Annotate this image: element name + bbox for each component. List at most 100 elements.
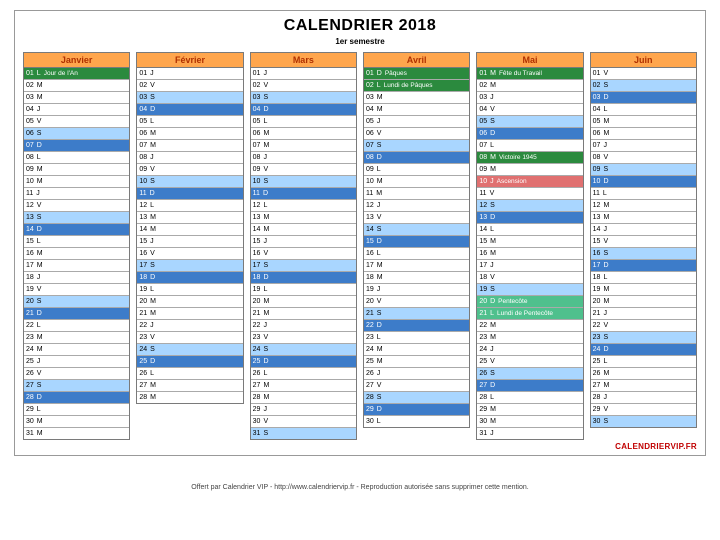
day-letter: V — [603, 320, 608, 331]
day-number: 28 — [366, 392, 374, 403]
day-letter: V — [263, 80, 268, 91]
day-row: 10M — [364, 176, 469, 188]
day-row: 20M — [251, 296, 356, 308]
day-number: 05 — [139, 116, 147, 127]
day-row: 23V — [251, 332, 356, 344]
day-letter: S — [377, 224, 382, 235]
day-letter: M — [377, 92, 383, 103]
day-letter: S — [377, 140, 382, 151]
day-number: 30 — [593, 416, 601, 427]
day-row: 25J — [24, 356, 129, 368]
day-row: 14L — [477, 224, 582, 236]
day-letter: M — [603, 212, 609, 223]
day-letter: M — [263, 224, 269, 235]
day-row: 30S — [591, 416, 696, 427]
day-row: 15D — [364, 236, 469, 248]
day-number: 17 — [593, 260, 601, 271]
day-letter: J — [150, 152, 154, 163]
page-subtitle: 1er semestre — [23, 37, 697, 46]
day-number: 28 — [253, 392, 261, 403]
day-letter: J — [150, 320, 154, 331]
day-letter: J — [490, 260, 494, 271]
day-number: 10 — [366, 176, 374, 187]
day-letter: S — [263, 344, 268, 355]
day-letter: L — [37, 320, 41, 331]
day-row: 15M — [477, 236, 582, 248]
day-row: 19M — [591, 284, 696, 296]
day-row: 04D — [251, 104, 356, 116]
day-row: 13D — [477, 212, 582, 224]
day-number: 14 — [366, 224, 374, 235]
day-letter: S — [150, 176, 155, 187]
day-letter: D — [150, 104, 155, 115]
day-letter: M — [37, 260, 43, 271]
day-row: 08D — [364, 152, 469, 164]
day-row: 07S — [364, 140, 469, 152]
day-number: 23 — [139, 332, 147, 343]
day-row: 26J — [364, 368, 469, 380]
day-number: 04 — [593, 104, 601, 115]
month-header: Juin — [591, 53, 696, 68]
day-letter: S — [603, 248, 608, 259]
day-letter: D — [377, 320, 382, 331]
day-number: 31 — [253, 428, 261, 439]
day-label: Lundi de Pentecôte — [497, 308, 553, 319]
day-letter: J — [263, 68, 267, 79]
day-row: 05M — [591, 116, 696, 128]
day-number: 27 — [139, 380, 147, 391]
day-number: 27 — [26, 380, 34, 391]
day-row: 21S — [364, 308, 469, 320]
day-number: 13 — [479, 212, 487, 223]
day-letter: M — [603, 200, 609, 211]
day-number: 01 — [139, 68, 147, 79]
month-column: Mars01J02V03S04D05L06M07M08J09V10S11D12L… — [250, 52, 357, 440]
day-row: 18D — [137, 272, 242, 284]
day-letter: J — [263, 320, 267, 331]
day-number: 09 — [253, 164, 261, 175]
day-letter: S — [37, 380, 42, 391]
day-letter: M — [603, 116, 609, 127]
day-row: 11V — [477, 188, 582, 200]
day-letter: D — [263, 188, 268, 199]
day-row: 27M — [591, 380, 696, 392]
day-letter: V — [603, 236, 608, 247]
day-row: 30M — [24, 416, 129, 428]
day-number: 12 — [366, 200, 374, 211]
day-number: 11 — [366, 188, 373, 199]
day-letter: L — [150, 200, 154, 211]
day-row: 29M — [477, 404, 582, 416]
day-row: 18L — [591, 272, 696, 284]
day-letter: J — [377, 116, 381, 127]
day-number: 10 — [479, 176, 487, 187]
day-row: 22J — [251, 320, 356, 332]
month-column: Juin01V02S03D04L05M06M07J08V09S10D11L12M… — [590, 52, 697, 428]
day-letter: S — [490, 116, 495, 127]
day-label: Ascension — [497, 176, 527, 187]
day-letter: S — [263, 260, 268, 271]
day-number: 26 — [253, 368, 261, 379]
day-row: 19L — [251, 284, 356, 296]
day-row: 27M — [251, 380, 356, 392]
day-row: 04D — [137, 104, 242, 116]
day-letter: L — [263, 284, 267, 295]
day-row: 12V — [24, 200, 129, 212]
day-letter: D — [150, 188, 155, 199]
day-number: 13 — [253, 212, 261, 223]
day-letter: M — [377, 260, 383, 271]
day-number: 12 — [593, 200, 601, 211]
day-number: 02 — [479, 80, 487, 91]
month-column: Mai01MFête du Travail02M03J04V05S06D07L0… — [476, 52, 583, 440]
day-row: 25D — [137, 356, 242, 368]
day-number: 07 — [139, 140, 147, 151]
day-row: 26L — [137, 368, 242, 380]
day-number: 11 — [479, 188, 486, 199]
day-letter: D — [603, 344, 608, 355]
day-row: 09M — [477, 164, 582, 176]
day-number: 25 — [253, 356, 261, 367]
day-letter: M — [377, 344, 383, 355]
day-row: 23L — [364, 332, 469, 344]
calendar-page: CALENDRIER 2018 1er semestre Janvier01LJ… — [14, 10, 706, 456]
month-header: Mars — [251, 53, 356, 68]
day-row: 02LLundi de Pâques — [364, 80, 469, 92]
day-row: 15V — [591, 236, 696, 248]
